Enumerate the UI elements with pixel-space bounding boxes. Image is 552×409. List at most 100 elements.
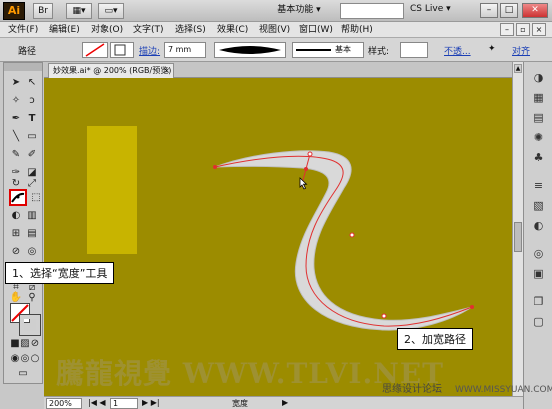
close-button[interactable]: ✕: [522, 3, 548, 18]
anchor-point[interactable]: [349, 232, 355, 238]
scroll-up-icon[interactable]: ▲: [514, 64, 522, 73]
selection-tool-icon[interactable]: ➤: [9, 77, 23, 89]
lasso-tool-icon[interactable]: ↄ: [25, 95, 39, 107]
screen-mode-icon[interactable]: ▭▾: [98, 3, 124, 19]
anchor-point[interactable]: [381, 313, 387, 319]
width-handle[interactable]: [307, 151, 313, 157]
yellow-rectangle[interactable]: [87, 126, 137, 254]
variable-width-profile[interactable]: [214, 42, 286, 58]
zoom-level-input[interactable]: 200%: [46, 398, 82, 409]
selection-type-label: 路径: [18, 47, 37, 57]
graphic-style-swatch[interactable]: [400, 42, 428, 58]
watermark-forum: 思缘设计论坛: [382, 384, 442, 395]
menu-file[interactable]: 文件(F): [8, 23, 38, 37]
brush-name: 基本: [335, 45, 351, 54]
menu-edit[interactable]: 编辑(E): [49, 23, 80, 37]
transparency-panel-icon[interactable]: ◐: [529, 218, 548, 234]
watermark-url: WWW.MISSYUAN.COM: [455, 385, 552, 395]
menu-effect[interactable]: 效果(C): [217, 23, 248, 37]
menu-bar: 文件(F) 编辑(E) 对象(O) 文字(T) 选择(S) 效果(C) 视图(V…: [0, 22, 552, 38]
menu-window[interactable]: 窗口(W): [299, 23, 333, 37]
artboard-number-input[interactable]: 1: [110, 398, 138, 409]
brush-definition[interactable]: 基本: [292, 42, 364, 58]
pen-tool-icon[interactable]: ✒: [9, 113, 23, 125]
stroke-label[interactable]: 描边:: [139, 44, 160, 57]
stroke-color-swatch[interactable]: [19, 314, 41, 336]
vertical-scrollbar[interactable]: ▲: [512, 62, 523, 396]
next-artboard-icon[interactable]: ▶ ▶|: [142, 398, 160, 407]
stroke-weight-input[interactable]: 7 mm: [164, 42, 206, 58]
tab-close-icon[interactable]: ×: [163, 64, 170, 77]
brushes-panel-icon[interactable]: ✺: [529, 130, 548, 146]
pencil-tool-icon[interactable]: ✐: [25, 149, 39, 161]
scroll-thumb[interactable]: [514, 222, 522, 252]
swatches-panel-icon[interactable]: ▤: [529, 110, 548, 126]
status-menu-icon[interactable]: ▶: [282, 398, 288, 407]
magic-wand-tool-icon[interactable]: ✧: [9, 95, 23, 107]
fill-swatch[interactable]: [82, 42, 108, 58]
width-tool-button[interactable]: [9, 189, 27, 206]
illustrator-logo: Ai: [3, 2, 25, 20]
draw-inside-icon[interactable]: ○: [28, 353, 42, 365]
arrange-documents-icon[interactable]: ▦▾: [66, 3, 92, 19]
bridge-icon[interactable]: Br: [33, 3, 53, 19]
first-artboard-icon[interactable]: |◀ ◀: [88, 398, 106, 407]
step2-callout: 2、加宽路径: [397, 328, 473, 350]
color-guide-icon[interactable]: ▦: [529, 90, 548, 106]
graphic-styles-icon[interactable]: ▣: [529, 266, 548, 282]
artboards-panel-icon[interactable]: ▢: [529, 314, 548, 330]
status-bar: 200% |◀ ◀ 1 ▶ ▶| 宽度 ▶: [44, 396, 523, 409]
title-bar: Ai Br ▦▾ ▭▾ 基本功能 ▾ CS Live ▾ – □ ✕: [0, 0, 552, 22]
panel-dock: ◑ ▦ ▤ ✺ ♣ ≡ ▧ ◐ ◎ ▣ ❐ ▢: [523, 62, 552, 409]
anchor-point[interactable]: [470, 305, 474, 309]
tools-panel: ➤ ↖ ✧ ↄ ✒ T ╲ ▭ ✎ ✐ ✑ ◪ ↻ ⤢ ⬚ ◐ ▥ ⊞ ▤ ⊘ …: [3, 62, 43, 384]
step1-callout: 1、选择“宽度”工具: [5, 262, 115, 284]
minimize-button[interactable]: –: [480, 3, 498, 18]
layers-panel-icon[interactable]: ❐: [529, 294, 548, 310]
width-point[interactable]: [304, 167, 308, 171]
perspective-grid-tool-icon[interactable]: ▥: [25, 210, 39, 222]
doc-minimize-icon[interactable]: –: [500, 23, 514, 36]
mesh-tool-icon[interactable]: ⊞: [9, 228, 23, 240]
opacity-label[interactable]: 不透...: [444, 44, 471, 57]
gradient-tool-icon[interactable]: ▤: [25, 228, 39, 240]
style-label: 样式:: [368, 47, 390, 57]
free-transform-tool-icon[interactable]: ⬚: [29, 192, 43, 204]
rectangle-tool-icon[interactable]: ▭: [25, 131, 39, 143]
document-tab[interactable]: 妙效果.ai* @ 200% (RGB/预览) ×: [48, 63, 174, 78]
cs-live-button[interactable]: CS Live ▾: [410, 4, 451, 14]
paintbrush-tool-icon[interactable]: ✎: [9, 149, 23, 161]
appearance-panel-icon[interactable]: ◎: [529, 246, 548, 262]
stroke-panel-icon[interactable]: ≡: [529, 178, 548, 194]
symbols-panel-icon[interactable]: ♣: [529, 150, 548, 166]
doc-restore-icon[interactable]: ▫: [516, 23, 530, 36]
line-tool-icon[interactable]: ╲: [9, 131, 23, 143]
control-bar: 路径 描边: 7 mm 基本 样式: 不透... ✦ 对齐: [0, 38, 552, 62]
type-tool-icon[interactable]: T: [25, 113, 39, 125]
menu-help[interactable]: 帮助(H): [341, 23, 373, 37]
menu-select[interactable]: 选择(S): [175, 23, 206, 37]
menu-view[interactable]: 视图(V): [259, 23, 290, 37]
none-mode-icon[interactable]: ⊘: [28, 338, 42, 350]
gradient-panel-icon[interactable]: ▧: [529, 198, 548, 214]
color-panel-icon[interactable]: ◑: [529, 70, 548, 86]
menu-object[interactable]: 对象(O): [91, 23, 123, 37]
workspace-switcher[interactable]: 基本功能 ▾: [266, 3, 332, 19]
widened-path[interactable]: [214, 150, 473, 331]
shape-builder-tool-icon[interactable]: ◐: [9, 210, 23, 222]
stroke-swatch[interactable]: [110, 42, 134, 58]
scale-tool-icon[interactable]: ⤢: [25, 178, 39, 190]
align-label[interactable]: 对齐: [512, 44, 530, 57]
blend-tool-icon[interactable]: ◎: [25, 246, 39, 258]
doc-close-icon[interactable]: ×: [532, 23, 546, 36]
help-search-input[interactable]: [340, 3, 404, 19]
width-tool-icon: [11, 192, 25, 203]
recolor-icon[interactable]: ✦: [488, 44, 496, 54]
menu-type[interactable]: 文字(T): [133, 23, 164, 37]
direct-selection-tool-icon[interactable]: ↖: [25, 77, 39, 89]
eyedropper-tool-icon[interactable]: ⊘: [9, 246, 23, 258]
anchor-point[interactable]: [213, 165, 217, 169]
screen-mode-tool-icon[interactable]: ▭: [16, 368, 30, 380]
tools-panel-header[interactable]: [4, 63, 42, 71]
maximize-button[interactable]: □: [500, 3, 518, 18]
